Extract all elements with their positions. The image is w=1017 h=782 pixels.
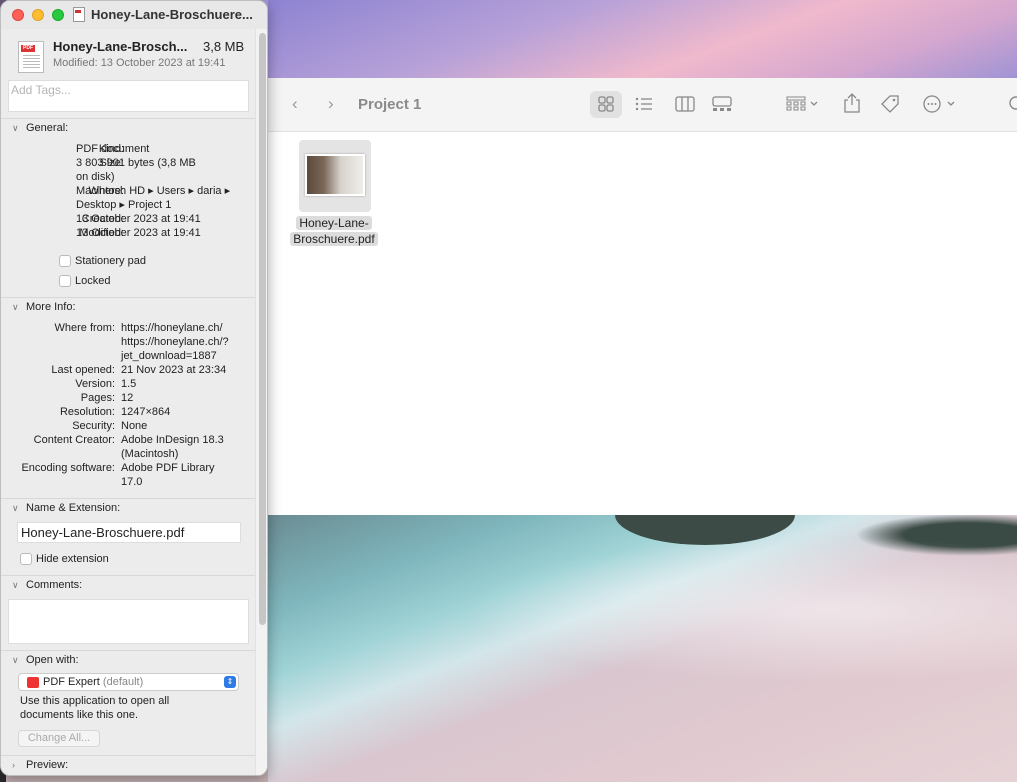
- where-from-value-3: jet_download=1887: [121, 350, 217, 362]
- wallpaper-sky: [268, 0, 1017, 80]
- size-value: 3 803 901 bytes (3,8 MB: [76, 157, 196, 169]
- stationery-pad-checkbox[interactable]: [59, 255, 71, 267]
- scrollbar-thumb[interactable]: [259, 33, 266, 625]
- pdf-file-name[interactable]: Honey-Lane- Broschuere.pdf: [288, 215, 380, 247]
- pdf-preview-image: [305, 154, 365, 196]
- created-value: 13 October 2023 at 19:41: [76, 213, 201, 225]
- security-label: Security:: [72, 420, 115, 432]
- stationery-pad-label: Stationery pad: [75, 255, 146, 267]
- general-section-header[interactable]: ∨ General:: [1, 118, 255, 138]
- select-arrows-icon: ⇕: [224, 676, 236, 688]
- name-extension-section-header[interactable]: ∨ Name & Extension:: [1, 498, 255, 518]
- modified-header: Modified: 13 October 2023 at 19:41: [53, 57, 226, 69]
- column-view-icon[interactable]: [675, 96, 695, 112]
- document-icon: [73, 7, 85, 22]
- file-size-header: 3,8 MB: [203, 39, 245, 54]
- content-creator-value-cont: (Macintosh): [121, 448, 179, 460]
- more-actions-icon[interactable]: [923, 95, 959, 113]
- back-icon[interactable]: ‹: [292, 94, 298, 114]
- version-label: Version:: [75, 378, 115, 390]
- comments-textarea[interactable]: [8, 599, 249, 644]
- finder-toolbar: ‹ › Project 1: [268, 78, 1017, 132]
- content-creator-value: Adobe InDesign 18.3: [121, 434, 224, 446]
- hide-extension-checkbox[interactable]: [20, 553, 32, 565]
- pdf-expert-icon: [27, 677, 39, 688]
- wallpaper-wave: [268, 540, 1017, 740]
- pdf-file-thumbnail[interactable]: [299, 140, 371, 212]
- where-from-value-1: https://honeylane.ch/: [121, 322, 223, 334]
- chevron-down-icon: ∨: [12, 655, 19, 665]
- pages-value: 12: [121, 392, 134, 404]
- locked-label: Locked: [75, 275, 111, 287]
- version-value: 1.5: [121, 378, 137, 390]
- share-icon[interactable]: [843, 93, 861, 113]
- group-by-icon[interactable]: [786, 96, 820, 112]
- where-from-value-2: https://honeylane.ch/?: [121, 336, 229, 348]
- finder-title: Project 1: [358, 96, 422, 113]
- open-with-description-cont: documents like this one.: [20, 709, 139, 721]
- chevron-down-icon: ∨: [12, 580, 19, 590]
- scrollbar[interactable]: [255, 29, 267, 775]
- file-name-header: Honey-Lane-Brosch...: [53, 39, 188, 54]
- window-title: Honey-Lane-Broschuere...: [91, 7, 253, 22]
- chevron-right-icon: ›: [12, 760, 15, 770]
- tags-input[interactable]: Add Tags...: [8, 80, 249, 112]
- pdf-file-icon: PDF: [18, 41, 44, 73]
- file-name-input[interactable]: Honey-Lane-Broschuere.pdf: [17, 522, 241, 543]
- finder-window: ‹ › Project 1 Honey-Lane- Broschuere.pdf: [268, 78, 1017, 515]
- change-all-button[interactable]: Change All...: [18, 730, 100, 747]
- where-value: Macintosh HD ▸ Users ▸ daria ▸: [76, 185, 231, 197]
- get-info-window: Honey-Lane-Broschuere... PDF Honey-Lane-…: [0, 0, 268, 776]
- open-with-select[interactable]: PDF Expert (default) ⇕: [18, 673, 239, 691]
- pages-label: Pages:: [80, 392, 115, 404]
- chevron-down-icon: ∨: [12, 123, 19, 133]
- size-value-cont: on disk): [76, 171, 115, 183]
- hide-extension-label: Hide extension: [36, 553, 109, 565]
- resolution-label: Resolution:: [59, 406, 115, 418]
- locked-checkbox[interactable]: [59, 275, 71, 287]
- preview-section-header[interactable]: › Preview:: [1, 755, 255, 775]
- info-titlebar: Honey-Lane-Broschuere...: [1, 1, 267, 29]
- last-opened-label: Last opened:: [51, 364, 115, 376]
- comments-section-header[interactable]: ∨ Comments:: [1, 575, 255, 595]
- where-from-label: Where from:: [54, 322, 115, 334]
- open-with-description: Use this application to open all: [20, 695, 170, 707]
- minimize-button[interactable]: [32, 9, 44, 21]
- tag-icon[interactable]: [880, 94, 900, 114]
- more-info-section-header[interactable]: ∨ More Info:: [1, 297, 255, 317]
- close-button[interactable]: [12, 9, 24, 21]
- zoom-button[interactable]: [52, 9, 64, 21]
- resolution-value: 1247×864: [121, 406, 171, 418]
- gallery-view-icon[interactable]: [712, 96, 732, 112]
- encoding-software-value-cont: 17.0: [121, 476, 143, 488]
- kind-value: PDF document: [76, 143, 150, 155]
- chevron-down-icon: ∨: [12, 302, 19, 312]
- open-with-section-header[interactable]: ∨ Open with:: [1, 650, 255, 670]
- forward-icon[interactable]: ›: [328, 94, 334, 114]
- list-view-icon[interactable]: [635, 96, 653, 112]
- content-creator-label: Content Creator:: [33, 434, 115, 446]
- security-value: None: [121, 420, 148, 432]
- last-opened-value: 21 Nov 2023 at 23:34: [121, 364, 227, 376]
- encoding-software-value: Adobe PDF Library: [121, 462, 215, 474]
- chevron-down-icon: ∨: [12, 503, 19, 513]
- icon-view-icon[interactable]: [598, 96, 614, 112]
- search-icon[interactable]: [1008, 96, 1017, 112]
- modified-value: 13 October 2023 at 19:41: [76, 227, 201, 239]
- where-value-cont: Desktop ▸ Project 1: [76, 199, 172, 211]
- encoding-software-label: Encoding software:: [21, 462, 115, 474]
